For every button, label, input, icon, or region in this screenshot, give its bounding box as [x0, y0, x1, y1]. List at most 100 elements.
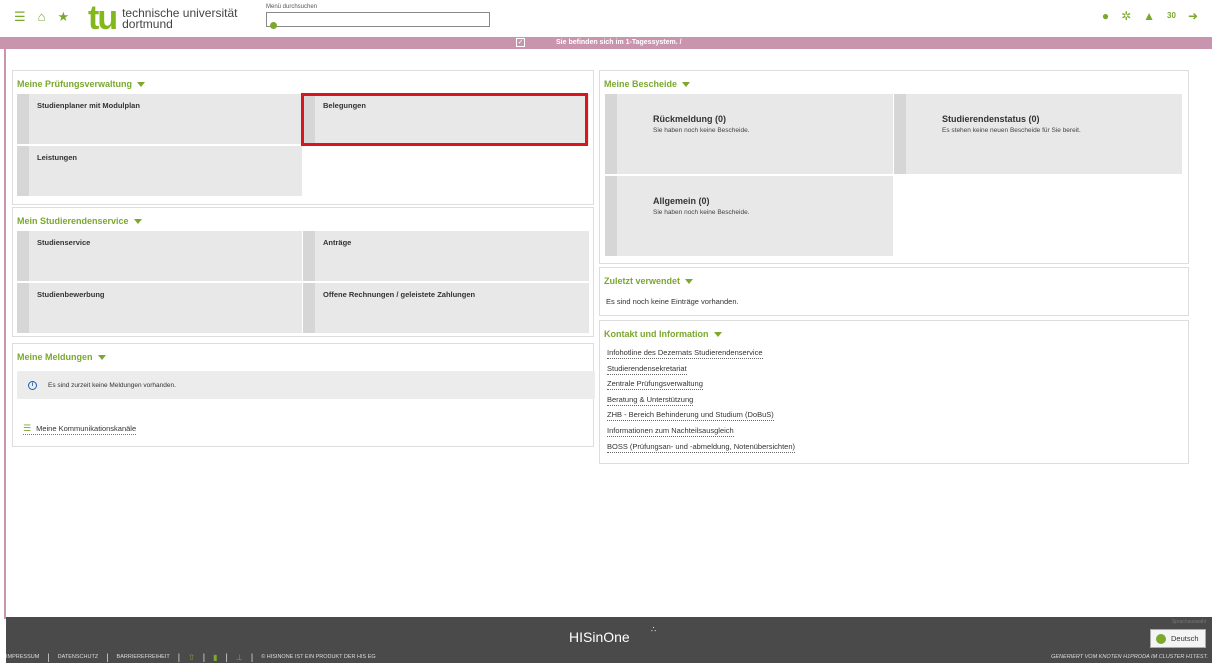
link-datenschutz[interactable]: DATENSCHUTZ [58, 654, 99, 660]
chevron-down-icon [685, 279, 694, 284]
gear-icon[interactable]: ✲ [1121, 10, 1131, 22]
panel-title-text: Meine Meldungen [17, 352, 93, 362]
logo-text: technische universität dortmund [122, 7, 237, 31]
tile-label: Studienservice [37, 238, 91, 247]
link-barrierefreiheit[interactable]: BARRIEREFREIHEIT [117, 654, 170, 660]
bell-icon[interactable]: ▲ [1143, 10, 1155, 22]
link-sekretariat[interactable]: Studierendensekretariat [607, 364, 687, 375]
checkbox-icon: ✓ [516, 38, 525, 47]
panel-title-text: Meine Prüfungsverwaltung [17, 79, 133, 89]
logout-icon[interactable]: ➜ [1188, 10, 1198, 22]
separator: | [225, 652, 228, 662]
user-icon[interactable]: ● [1102, 10, 1109, 22]
tile-subtext: Es stehen keine neuen Bescheide für Sie … [942, 127, 1081, 134]
tile-label: Studienplaner mit Modulplan [37, 101, 140, 110]
tile-subtext: Sie haben noch keine Bescheide. [653, 209, 750, 216]
contact-links: Infohotline des Dezernats Studierendense… [607, 348, 796, 457]
panel-meldungen: Meine Meldungen i Es sind zurzeit keine … [12, 343, 595, 447]
logo-line-2: dortmund [122, 17, 173, 31]
panel-title[interactable]: Meine Bescheide [604, 79, 691, 89]
info-icon: i [28, 381, 37, 390]
user-icons: ● ✲ ▲ 30 ➜ [1102, 10, 1198, 22]
language-label: Sprachauswahl [1171, 619, 1206, 625]
notification-count[interactable]: 30 [1167, 10, 1176, 22]
highlight-box [301, 93, 588, 146]
arrow-up-icon[interactable]: ⇧ [188, 653, 195, 662]
logo-dots-icon: ∴ [651, 625, 658, 634]
separator: | [177, 652, 181, 662]
empty-text: Es sind noch keine Einträge vorhanden. [606, 297, 739, 306]
status-text: Sie befinden sich im 1-Tagessystem. / [556, 39, 682, 46]
node-info: GENERIERT VOM KNOTEN H1PRODA IM CLUSTER … [1051, 654, 1208, 660]
link-boss[interactable]: BOSS (Prüfungsan- und -abmeldung, Notenü… [607, 442, 796, 453]
chevron-down-icon [137, 82, 146, 87]
search-icon [270, 22, 277, 29]
left-border [4, 49, 6, 619]
star-icon[interactable]: ★ [58, 10, 70, 23]
tile-studierendenstatus[interactable]: Studierendenstatus (0) Es stehen keine n… [894, 94, 1182, 174]
separator: | [47, 652, 50, 662]
tile-label: Studienbewerbung [37, 290, 105, 299]
language-text: Deutsch [1171, 634, 1199, 643]
chevron-down-icon [682, 82, 691, 87]
university-logo[interactable]: tu technische universität dortmund [88, 0, 238, 37]
menu-icon[interactable]: ☰ [14, 10, 26, 23]
panel-title[interactable]: Meine Prüfungsverwaltung [17, 79, 146, 89]
footer-links: IMPRESSUM | DATENSCHUTZ | BARRIEREFREIHE… [6, 652, 376, 662]
panel-title[interactable]: Kontakt und Information [604, 329, 722, 339]
product-note: © HISINONE IST EIN PRODUKT DER HIS EG [261, 654, 376, 660]
hisinone-logo: HISinOne [569, 629, 630, 645]
chevron-down-icon [133, 219, 142, 224]
panel-title-text: Mein Studierendenservice [17, 216, 129, 226]
link-infohotline[interactable]: Infohotline des Dezernats Studierendense… [607, 348, 763, 359]
footer: HISinOne ∴ IMPRESSUM | DATENSCHUTZ | BAR… [6, 617, 1212, 663]
separator: | [250, 652, 254, 662]
panel-title-text: Meine Bescheide [604, 79, 678, 89]
panel-zuletzt-verwendet: Zuletzt verwendet Es sind noch keine Ein… [599, 267, 1189, 316]
tile-label: Anträge [323, 238, 352, 247]
tile-studienplaner[interactable]: Studienplaner mit Modulplan [17, 94, 302, 144]
tile-leistungen[interactable]: Leistungen [17, 146, 302, 196]
tile-label: Leistungen [37, 153, 78, 162]
search-label: Menü durchsuchen [266, 4, 318, 10]
link-impressum[interactable]: IMPRESSUM [6, 654, 39, 660]
panel-title-text: Zuletzt verwendet [604, 276, 681, 286]
panel-kontakt: Kontakt und Information Infohotline des … [599, 320, 1189, 464]
message-text: Es sind zurzeit keine Meldungen vorhande… [48, 382, 176, 389]
tile-subtext: Sie haben noch keine Bescheide. [653, 127, 750, 134]
tile-offene-rechnungen[interactable]: Offene Rechnungen / geleistete Zahlungen [303, 283, 589, 333]
tile-studienbewerbung[interactable]: Studienbewerbung [17, 283, 302, 333]
chevron-down-icon [97, 355, 106, 360]
link-text: Meine Kommunikationskanäle [36, 424, 137, 433]
search-input[interactable] [266, 12, 490, 27]
tile-heading: Studierendenstatus (0) [942, 114, 1040, 124]
status-bar: ✓ Sie befinden sich im 1-Tagessystem. / [0, 37, 1212, 49]
chevron-down-icon [713, 332, 722, 337]
menu-search: Menü durchsuchen [266, 4, 490, 29]
tile-allgemein[interactable]: Allgemein (0) Sie haben noch keine Besch… [605, 176, 893, 256]
panel-title[interactable]: Mein Studierendenservice [17, 216, 142, 226]
link-beratung[interactable]: Beratung & Unterstützung [607, 395, 694, 406]
language-button[interactable]: Deutsch [1150, 629, 1206, 648]
info-message: i Es sind zurzeit keine Meldungen vorhan… [17, 371, 595, 399]
tile-antraege[interactable]: Anträge [303, 231, 589, 281]
top-header: ☰ ⌂ ★ tu technische universität dortmund… [0, 0, 1212, 37]
logo-tu: tu [88, 0, 118, 37]
panel-title-text: Kontakt und Information [604, 329, 709, 339]
panel-title[interactable]: Zuletzt verwendet [604, 276, 694, 286]
link-dobus[interactable]: ZHB - Bereich Behinderung und Studium (D… [607, 410, 774, 422]
globe-icon [1156, 633, 1166, 644]
link-pruefungsverwaltung[interactable]: Zentrale Prüfungsverwaltung [607, 379, 703, 391]
bookmark-icon[interactable]: ▮ [213, 653, 217, 662]
sitemap-icon[interactable]: ⊥ [236, 653, 243, 662]
home-icon[interactable]: ⌂ [38, 10, 46, 23]
tile-rueckmeldung[interactable]: Rückmeldung (0) Sie haben noch keine Bes… [605, 94, 893, 174]
tile-heading: Rückmeldung (0) [653, 114, 727, 124]
tile-label: Offene Rechnungen / geleistete Zahlungen [323, 290, 476, 299]
panel-bescheide: Meine Bescheide Rückmeldung (0) Sie habe… [599, 70, 1189, 264]
tile-studienservice[interactable]: Studienservice [17, 231, 302, 281]
communication-channels-link[interactable]: ☰ Meine Kommunikationskanäle [23, 423, 137, 435]
panel-title[interactable]: Meine Meldungen [17, 352, 106, 362]
link-nachteilsausgleich[interactable]: Informationen zum Nachteilsausgleich [607, 426, 734, 437]
sliders-icon: ☰ [23, 423, 32, 433]
